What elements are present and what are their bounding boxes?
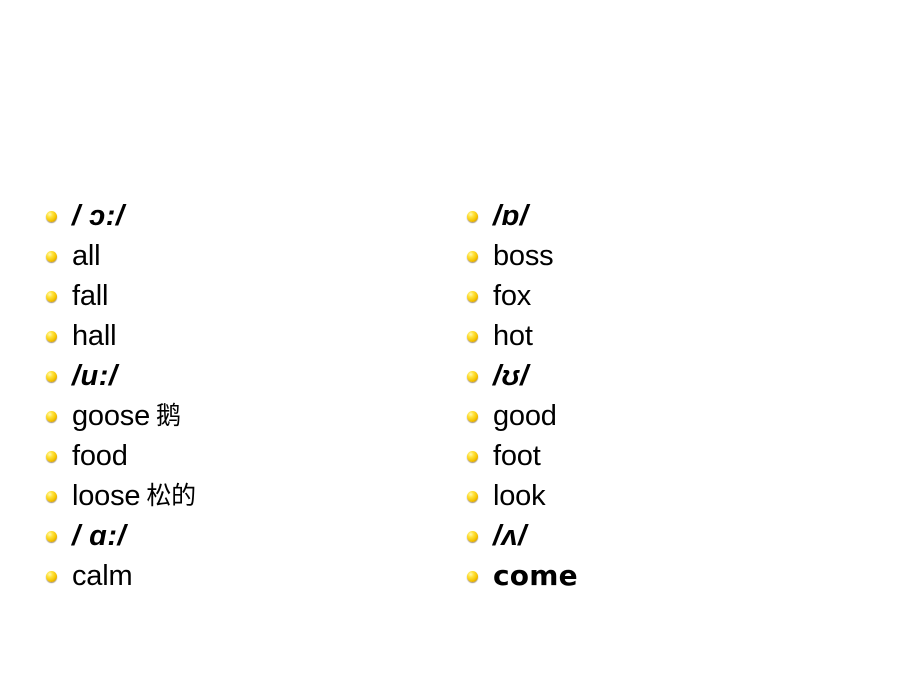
word-label: boss: [493, 240, 554, 272]
word-label: calm: [72, 560, 133, 592]
phoneme-heading-item: /ʊ/: [467, 356, 887, 396]
bullet-sphere-icon: [467, 450, 478, 462]
bullet-sphere-icon: [46, 410, 57, 422]
bullet-sphere-icon: [46, 530, 57, 542]
bullet-sphere-icon: [467, 210, 478, 222]
chinese-gloss-label: 松的: [146, 481, 196, 510]
slide-canvas: / ɔ:/ all fall hall/u:/ goose 鹅 food loose 松的 / ɑ…: [0, 0, 920, 690]
bullet-sphere-icon: [46, 250, 57, 262]
bullet-list-right-column: /ɒ/boss fox hot/ʊ/good foot look/ʌ/come: [467, 196, 887, 596]
word-label: foot: [493, 440, 541, 472]
vocabulary-list-item: all: [46, 236, 446, 276]
phoneme-symbol-label: / ɔ:/: [72, 200, 125, 232]
bullet-sphere-icon: [467, 490, 478, 502]
word-label: hall: [72, 320, 117, 352]
vocabulary-list-item: come: [467, 556, 887, 596]
vocabulary-list-item: hall: [46, 316, 446, 356]
vocabulary-list-item: boss: [467, 236, 887, 276]
vocabulary-list-item: hot: [467, 316, 887, 356]
phoneme-heading-item: /ɒ/: [467, 196, 887, 236]
word-label: look: [493, 480, 546, 512]
phoneme-heading-item: /u:/: [46, 356, 446, 396]
bullet-sphere-icon: [46, 370, 57, 382]
vocabulary-list-item: loose 松的: [46, 476, 446, 516]
bullet-sphere-icon: [467, 330, 478, 342]
vocabulary-list-item: calm: [46, 556, 446, 596]
word-label: good: [493, 400, 557, 432]
bullet-sphere-icon: [467, 250, 478, 262]
vocabulary-list-item: fall: [46, 276, 446, 316]
bullet-sphere-icon: [46, 210, 57, 222]
word-label: fall: [72, 280, 109, 312]
bullet-sphere-icon: [46, 290, 57, 302]
vocabulary-list-item: food: [46, 436, 446, 476]
vocabulary-list-item: goose 鹅: [46, 396, 446, 436]
vocabulary-list-item: look: [467, 476, 887, 516]
vocabulary-list-item: fox: [467, 276, 887, 316]
bullet-sphere-icon: [46, 330, 57, 342]
phoneme-heading-item: / ɔ:/: [46, 196, 446, 236]
bullet-sphere-icon: [467, 570, 478, 582]
word-label: come: [493, 559, 578, 592]
vocabulary-list-item: good: [467, 396, 887, 436]
bullet-sphere-icon: [467, 530, 478, 542]
bullet-sphere-icon: [46, 490, 57, 502]
bullet-sphere-icon: [46, 450, 57, 462]
bullet-sphere-icon: [467, 370, 478, 382]
phoneme-heading-item: / ɑ:/: [46, 516, 446, 556]
phoneme-symbol-label: / ɑ:/: [72, 520, 127, 552]
word-label: loose: [72, 480, 141, 512]
bullet-sphere-icon: [46, 570, 57, 582]
chinese-gloss-label: 鹅: [156, 401, 181, 430]
vocabulary-list-item: foot: [467, 436, 887, 476]
word-label: goose: [72, 400, 151, 432]
phoneme-symbol-label: /ɒ/: [493, 200, 529, 232]
phoneme-heading-item: /ʌ/: [467, 516, 887, 556]
bullet-sphere-icon: [467, 290, 478, 302]
bullet-sphere-icon: [467, 410, 478, 422]
word-label: food: [72, 440, 128, 472]
word-label: fox: [493, 280, 532, 312]
phoneme-symbol-label: /ʊ/: [493, 360, 529, 392]
word-label: hot: [493, 320, 533, 352]
phoneme-symbol-label: /u:/: [72, 360, 118, 392]
bullet-list-left-column: / ɔ:/ all fall hall/u:/ goose 鹅 food loose 松的 / ɑ…: [46, 196, 446, 596]
phoneme-symbol-label: /ʌ/: [493, 520, 527, 552]
word-label: all: [72, 240, 101, 272]
